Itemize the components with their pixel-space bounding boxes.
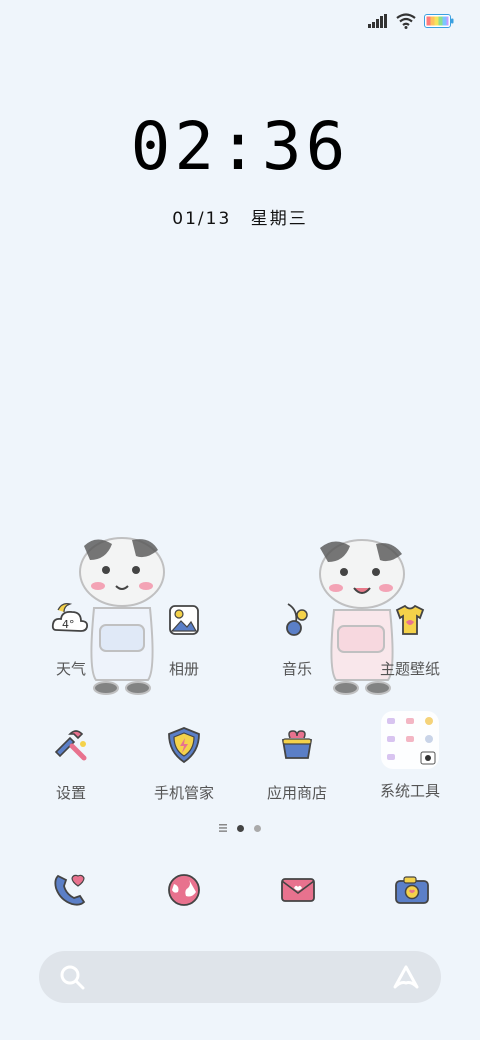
date-text: 01/13 <box>172 209 232 229</box>
app-weather[interactable]: 4° 天气 <box>16 600 126 679</box>
music-icon <box>286 603 308 636</box>
weather-icon: 4° <box>51 603 89 632</box>
app-label: 天气 <box>55 660 86 678</box>
app-label: 设置 <box>55 784 86 802</box>
wifi-icon <box>396 13 416 29</box>
page-dot <box>254 824 261 832</box>
app-label: 音乐 <box>281 660 312 678</box>
page-dot-active <box>237 824 244 832</box>
weather-temp: 4° <box>62 618 75 631</box>
assistant-icon[interactable] <box>391 963 421 991</box>
camera-icon[interactable] <box>390 868 434 912</box>
page-indicator[interactable] <box>0 824 480 832</box>
app-settings[interactable]: 设置 <box>16 724 126 803</box>
app-system-tools[interactable]: 系统工具 <box>355 710 465 801</box>
app-label: 应用商店 <box>266 784 327 802</box>
app-store-icon <box>281 730 313 759</box>
menu-dots-icon <box>219 824 227 832</box>
lock-clock[interactable]: 02:36 <box>0 108 480 185</box>
weekday-text: 星期三 <box>250 209 308 229</box>
app-label: 相册 <box>168 660 199 678</box>
app-security[interactable]: 手机管家 <box>129 724 239 803</box>
app-music[interactable]: 音乐 <box>242 600 352 679</box>
app-gallery[interactable]: 相册 <box>129 600 239 679</box>
date: 01/13 星期三 <box>0 204 480 229</box>
gallery-icon <box>169 605 199 635</box>
app-theme[interactable]: 主题壁纸 <box>355 600 465 679</box>
settings-icon <box>54 730 87 761</box>
security-icon <box>168 727 200 764</box>
theme-icon <box>395 604 425 635</box>
phone-icon[interactable] <box>48 868 92 912</box>
battery-icon <box>424 14 454 28</box>
app-label: 主题壁纸 <box>379 660 440 678</box>
status-bar <box>368 10 454 32</box>
app-label: 手机管家 <box>153 784 214 802</box>
search-bar[interactable] <box>39 951 441 1003</box>
messages-icon[interactable] <box>276 868 320 912</box>
browser-icon[interactable] <box>162 868 206 912</box>
system-tools-folder-icon <box>381 711 439 769</box>
app-label: 系统工具 <box>379 782 440 800</box>
signal-icon <box>368 14 387 28</box>
app-store[interactable]: 应用商店 <box>242 724 352 803</box>
search-icon[interactable] <box>59 964 85 990</box>
